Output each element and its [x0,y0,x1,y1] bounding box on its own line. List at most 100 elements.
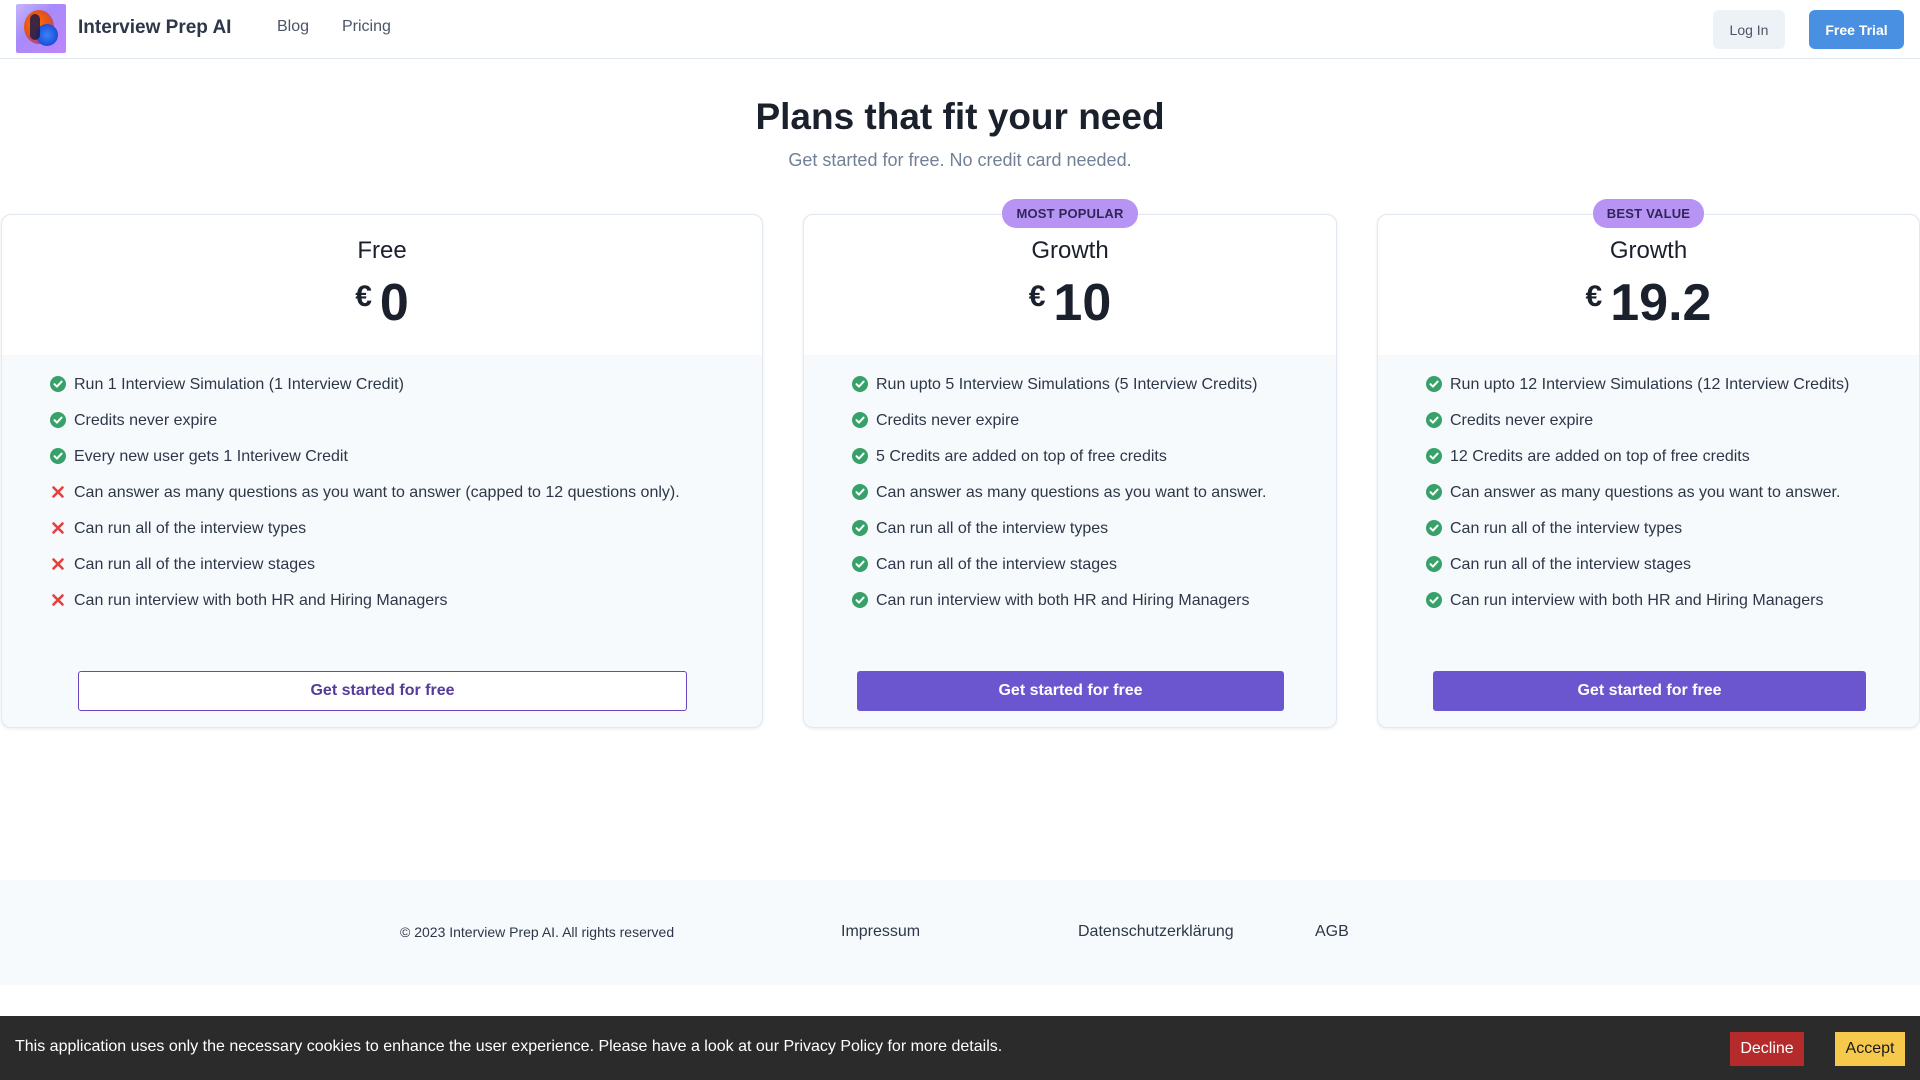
cross-icon [50,484,66,500]
check-circle-icon [852,376,868,392]
cross-icon [50,592,66,608]
feature-text: Can run all of the interview types [74,520,307,537]
footer-link-privacy[interactable]: Datenschutzerklärung [1078,923,1234,941]
feature-text: Can run all of the interview types [1450,520,1683,537]
feature-item: Can run all of the interview stages [852,553,1292,577]
login-button[interactable]: Log In [1713,10,1785,49]
feature-item: Can run all of the interview stages [1426,553,1876,577]
feature-item: Can answer as many questions as you want… [1426,481,1876,505]
decline-cookies-button[interactable]: Decline [1730,1032,1804,1066]
footer-link-impressum[interactable]: Impressum [841,923,920,941]
check-circle-icon [1426,556,1442,572]
plan-name: Growth [1031,237,1109,264]
footer-link-agb[interactable]: AGB [1315,923,1349,941]
best-value-badge: BEST VALUE [1593,199,1704,228]
copyright-text: © 2023 Interview Prep AI. All rights res… [400,924,675,940]
accept-cookies-button[interactable]: Accept [1835,1032,1905,1066]
feature-item: Run 1 Interview Simulation (1 Interview … [50,373,690,397]
feature-item: Can run all of the interview types [1426,517,1876,541]
feature-text: Credits never expire [74,412,218,429]
feature-text: Credits never expire [876,412,1020,429]
check-circle-icon [852,412,868,428]
feature-text: Run 1 Interview Simulation (1 Interview … [74,376,404,393]
check-circle-icon [852,520,868,536]
feature-item: Can answer as many questions as you want… [50,481,690,505]
feature-item: Can run all of the interview stages [50,553,690,577]
plan-price: €19.2 [1378,273,1919,333]
feature-item: Can run interview with both HR and Hirin… [852,589,1292,613]
feature-list: Run 1 Interview Simulation (1 Interview … [50,373,690,625]
top-navbar: Interview Prep AI Blog Pricing Log In Fr… [0,0,1920,59]
page-subtitle: Get started for free. No credit card nee… [788,150,1132,170]
get-started-button[interactable]: Get started for free [78,671,687,711]
feature-item: Can run all of the interview types [50,517,690,541]
feature-text: Can run interview with both HR and Hirin… [74,592,448,609]
footer: © 2023 Interview Prep AI. All rights res… [0,880,1920,985]
feature-item: Can answer as many questions as you want… [852,481,1292,505]
feature-text: Can run all of the interview stages [876,556,1118,573]
get-started-button[interactable]: Get started for free [1433,671,1866,711]
feature-text: Can answer as many questions as you want… [876,484,1267,501]
feature-text: Run upto 5 Interview Simulations (5 Inte… [876,376,1258,393]
plan-card-header: Growth €10 [804,215,1336,355]
check-circle-icon [1426,520,1442,536]
feature-item: Run upto 12 Interview Simulations (12 In… [1426,373,1876,397]
check-circle-icon [852,592,868,608]
currency-symbol: € [355,280,372,313]
check-circle-icon [50,412,66,428]
feature-list: Run upto 12 Interview Simulations (12 In… [1426,373,1876,625]
nav-link-blog[interactable]: Blog [277,18,309,36]
cross-icon [50,556,66,572]
check-circle-icon [852,448,868,464]
plan-name: Growth [1609,237,1688,264]
feature-text: Can run all of the interview types [876,520,1109,537]
plan-card-header: Free €0 [2,215,762,355]
plan-card-header: Growth €19.2 [1378,215,1919,355]
brand-name[interactable]: Interview Prep AI [78,17,231,39]
price-amount: 0 [379,274,409,332]
get-started-button[interactable]: Get started for free [857,671,1284,711]
feature-text: Can run interview with both HR and Hirin… [876,592,1250,609]
cookie-banner: This application uses only the necessary… [0,1016,1920,1080]
feature-text: Credits never expire [1450,412,1594,429]
feature-text: 5 Credits are added on top of free credi… [876,448,1167,465]
feature-text: Can run all of the interview stages [1450,556,1692,573]
feature-text: Can run interview with both HR and Hirin… [1450,592,1824,609]
logo-icon[interactable] [16,4,66,53]
check-circle-icon [1426,412,1442,428]
check-circle-icon [1426,484,1442,500]
feature-text: Can answer as many questions as you want… [1450,484,1841,501]
feature-text: Every new user gets 1 Interivew Credit [74,448,348,465]
currency-symbol: € [1028,280,1046,313]
feature-item: Every new user gets 1 Interivew Credit [50,445,690,469]
feature-text: Can answer as many questions as you want… [74,484,680,501]
feature-text: 12 Credits are added on top of free cred… [1450,448,1750,465]
feature-item: Run upto 5 Interview Simulations (5 Inte… [852,373,1292,397]
feature-text: Can run all of the interview stages [74,556,316,573]
nav-link-pricing[interactable]: Pricing [342,18,391,36]
feature-item: 12 Credits are added on top of free cred… [1426,445,1876,469]
check-circle-icon [1426,448,1442,464]
check-circle-icon [50,448,66,464]
check-circle-icon [852,484,868,500]
cookie-message: This application uses only the necessary… [15,1038,1003,1055]
feature-item: Can run interview with both HR and Hirin… [1426,589,1876,613]
plan-card-growth-best-value: Growth €19.2 BEST VALUE Run upto 12 Inte… [1377,199,1920,728]
check-circle-icon [1426,376,1442,392]
check-circle-icon [50,376,66,392]
price-amount: 19.2 [1610,274,1712,332]
page-title: Plans that fit your need [755,96,1165,137]
plan-card-free: Free €0 Run 1 Interview Simulation (1 In… [1,214,763,728]
feature-item: Credits never expire [852,409,1292,433]
free-trial-button[interactable]: Free Trial [1809,10,1904,49]
price-amount: 10 [1053,274,1112,332]
feature-item: Credits never expire [1426,409,1876,433]
check-circle-icon [1426,592,1442,608]
cross-icon [50,520,66,536]
feature-item: Credits never expire [50,409,690,433]
plan-card-growth-popular: Growth €10 MOST POPULAR Run upto 5 Inter… [803,199,1337,728]
currency-symbol: € [1585,280,1603,313]
plan-name: Free [357,237,407,264]
feature-item: Can run all of the interview types [852,517,1292,541]
feature-item: 5 Credits are added on top of free credi… [852,445,1292,469]
